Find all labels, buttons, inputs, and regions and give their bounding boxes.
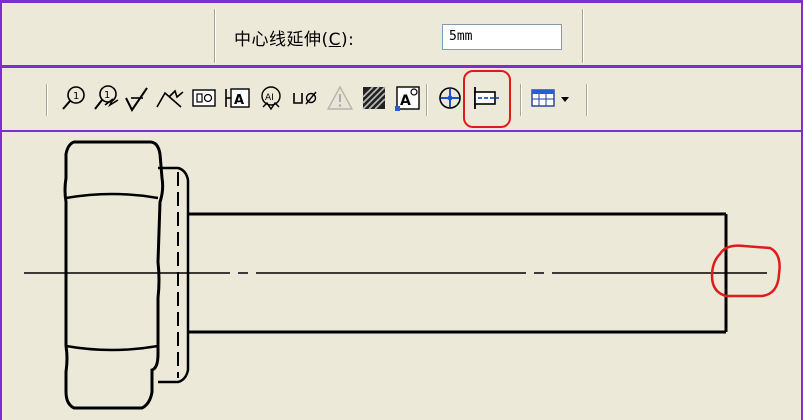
balloon-icon[interactable]: 1 bbox=[56, 78, 92, 118]
svg-text:A: A bbox=[234, 93, 244, 108]
svg-text:1: 1 bbox=[104, 90, 110, 101]
table-icon[interactable] bbox=[526, 78, 562, 118]
weld-symbol-icon[interactable] bbox=[152, 78, 188, 118]
hex-face-line bbox=[65, 192, 159, 200]
separator bbox=[582, 9, 583, 63]
centerline-extension-input[interactable]: 5mm bbox=[442, 24, 562, 50]
drawing-canvas[interactable] bbox=[0, 132, 803, 420]
multi-balloon-icon[interactable]: 1 bbox=[88, 78, 124, 118]
surface-finish-icon[interactable] bbox=[120, 78, 156, 118]
annotation-toolbar: 1 1 A AI A bbox=[0, 68, 803, 132]
warning-triangle-icon[interactable] bbox=[322, 78, 358, 118]
chevron-down-icon[interactable] bbox=[558, 78, 572, 118]
highlight-centerline-tool bbox=[463, 70, 511, 128]
property-bar: 中心线延伸(C): 5mm bbox=[0, 0, 803, 68]
bolt-drawing bbox=[24, 140, 781, 410]
hex-face-line bbox=[65, 344, 159, 352]
feature-control-frame-icon[interactable]: AI bbox=[254, 78, 290, 118]
datum-target-icon[interactable]: A bbox=[220, 78, 256, 118]
hole-callout-icon[interactable] bbox=[288, 78, 324, 118]
block-text-icon[interactable]: A bbox=[390, 78, 426, 118]
separator bbox=[586, 84, 587, 116]
separator bbox=[520, 84, 521, 116]
centerline-extension-label: 中心线延伸(C): bbox=[234, 30, 355, 50]
bolt-head-outline bbox=[63, 140, 165, 410]
highlight-centerline-extension bbox=[710, 244, 781, 298]
toolbar-grip bbox=[46, 84, 47, 116]
separator bbox=[426, 84, 427, 116]
washer-face bbox=[158, 166, 190, 384]
separator bbox=[214, 9, 215, 63]
svg-text:AI: AI bbox=[265, 93, 274, 103]
svg-text:A: A bbox=[400, 93, 411, 109]
hatch-icon[interactable] bbox=[356, 78, 392, 118]
svg-text:1: 1 bbox=[73, 91, 79, 102]
datum-feature-icon[interactable] bbox=[186, 78, 222, 118]
